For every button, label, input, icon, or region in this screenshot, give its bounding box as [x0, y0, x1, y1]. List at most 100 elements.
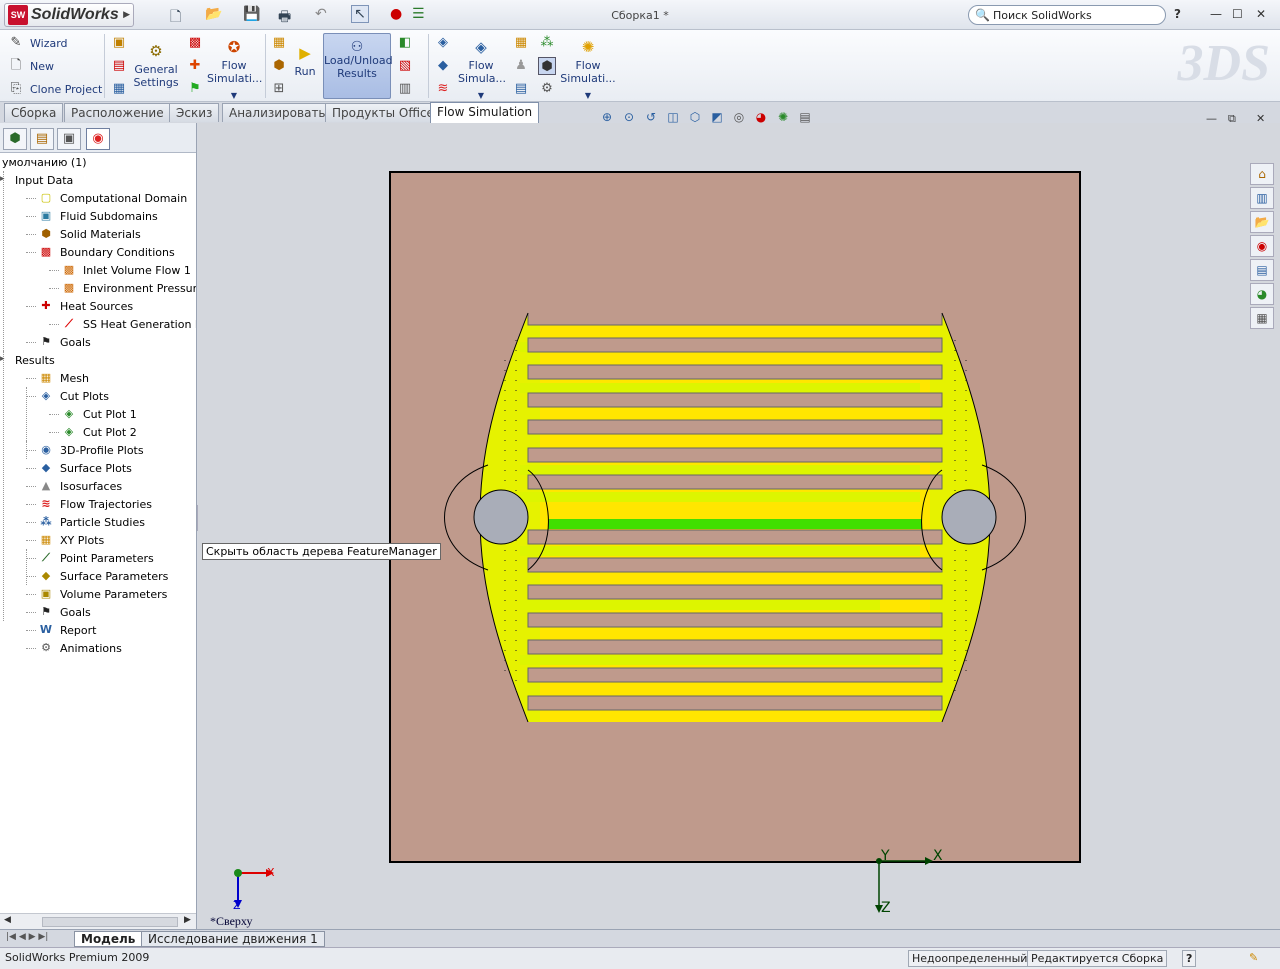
report-tool-icon[interactable]: ▤ [512, 80, 530, 98]
scroll-right-icon[interactable]: ▶ [184, 915, 191, 925]
tree-item[interactable]: W Report [38, 621, 97, 639]
solve-tool-icon[interactable]: ⬢ [270, 57, 288, 75]
view-orientation-icon[interactable]: ⬡ [686, 108, 704, 126]
help-button[interactable]: ? [1174, 7, 1181, 21]
wizard-button[interactable]: ✎ Wizard [8, 35, 68, 51]
close-button[interactable]: ✕ [1256, 7, 1266, 21]
xy-plot-tool-icon[interactable]: ▦ [512, 34, 530, 52]
flow-simulation-menu-3[interactable]: ✺ Flow Simulati... ▼ [560, 36, 616, 102]
tab-motion-study[interactable]: Исследование движения 1 [141, 931, 325, 947]
tree-horizontal-scrollbar[interactable]: ◀ ▶ [0, 913, 196, 929]
tree-item[interactable]: ▦ Mesh [38, 369, 89, 387]
load-unload-results-button[interactable]: ⚇ Load/Unload Results [323, 33, 393, 99]
tree-item[interactable]: ▣ Volume Parameters [38, 585, 168, 603]
heat-tool-icon[interactable]: ✚ [186, 57, 204, 75]
isosurface-tool-icon[interactable]: ◆ [434, 57, 452, 75]
tree-item[interactable]: ◆ Surface Parameters [38, 567, 169, 585]
tab-nav-arrows-icon[interactable]: |◀ ◀ ▶ ▶| [6, 932, 48, 942]
monitor-tool-icon[interactable]: ⊞ [270, 80, 288, 98]
viewport-restore-icon[interactable]: ⧉ [1228, 112, 1236, 126]
scene-icon[interactable]: ✺ [774, 108, 792, 126]
model-view[interactable] [198, 123, 1280, 929]
design-library-icon[interactable]: ▥ [1250, 187, 1274, 209]
flow-simulation-menu-1[interactable]: ✪ Flow Simulati... ▼ [207, 36, 262, 102]
animation-tool-icon[interactable]: ⚙ [538, 80, 556, 98]
tree-item[interactable]: ◉ 3D-Profile Plots [38, 441, 143, 459]
tree-item[interactable]: ⬢ Solid Materials [38, 225, 141, 243]
tab-flow-simulation[interactable]: Flow Simulation [430, 102, 540, 124]
clone-project-button[interactable]: ⎘ Clone Project [8, 81, 103, 97]
tree-item[interactable]: ⚑ Goals [38, 333, 91, 351]
feature-manager-tab-icon[interactable]: ⬢ [3, 128, 27, 150]
tab-sketch[interactable]: Эскиз [169, 103, 220, 122]
tab-evaluate[interactable]: Анализировать [222, 103, 333, 122]
tree-item[interactable]: ◈ Cut Plot 1 [61, 405, 137, 423]
flow-simulation-tab-icon[interactable]: ◉ [86, 128, 110, 150]
tree-item[interactable]: ▩ Boundary Conditions [38, 243, 175, 261]
tree-item[interactable]: ◈ Cut Plots [38, 387, 109, 405]
configuration-manager-tab-icon[interactable]: ▣ [57, 128, 81, 150]
solidworks-resources-icon[interactable]: ⌂ [1250, 163, 1274, 185]
results-tool-icon[interactable]: ▥ [396, 80, 414, 98]
table-tool-icon[interactable]: ▦ [110, 80, 128, 98]
viewport-minimize-icon[interactable]: — [1206, 112, 1217, 125]
goals-tool-icon[interactable]: ⚑ [186, 80, 204, 98]
tree-item[interactable]: ⟋ SS Heat Generation Rate 1 [61, 315, 196, 333]
tree-item[interactable]: ⚙ Animations [38, 639, 122, 657]
appearances-icon[interactable]: ◕ [1250, 283, 1274, 305]
tree-item[interactable]: ⟋ Point Parameters [38, 549, 154, 567]
goal-tool-icon[interactable]: ▤ [110, 57, 128, 75]
tree-item[interactable]: Results [15, 351, 55, 369]
bc-tool-icon[interactable]: ▩ [186, 34, 204, 52]
cut-plot-tool-icon[interactable]: ◧ [396, 34, 414, 52]
tree-item[interactable]: ▣ Fluid Subdomains [38, 207, 158, 225]
flow-simulation-menu-2[interactable]: ◈ Flow Simula... ▼ [458, 36, 506, 102]
zoom-to-fit-icon[interactable]: ⊕ [598, 108, 616, 126]
tab-assembly[interactable]: Сборка [4, 103, 64, 122]
tree-item[interactable]: ▲ Isosurfaces [38, 477, 122, 495]
view-settings-icon[interactable]: ▤ [796, 108, 814, 126]
surface-plot-tool-icon[interactable]: ▧ [396, 57, 414, 75]
scroll-left-icon[interactable]: ◀ [4, 915, 11, 925]
maximize-button[interactable]: ☐ [1232, 7, 1243, 21]
expand-icon[interactable]: ▸ [0, 354, 5, 364]
zoom-area-icon[interactable]: ⊙ [620, 108, 638, 126]
file-explorer-icon[interactable]: 📂 [1250, 211, 1274, 233]
section-view-icon[interactable]: ◫ [664, 108, 682, 126]
general-settings-button[interactable]: ⚙ General Settings [133, 40, 179, 89]
tree-item[interactable]: ▢ Computational Domain [38, 189, 187, 207]
particles-tool-icon[interactable]: ⁂ [538, 34, 556, 52]
tree-item[interactable]: ◈ Cut Plot 2 [61, 423, 137, 441]
search-input[interactable]: 🔍 Поиск SolidWorks [968, 5, 1166, 25]
viewport-close-icon[interactable]: ✕ [1256, 112, 1265, 125]
tree-item[interactable]: ▩ Environment Pressure 1 [61, 279, 196, 297]
tree-root[interactable]: умолчанию (1) [2, 153, 87, 171]
new-project-button[interactable]: 🗋 New [8, 58, 54, 74]
tab-model[interactable]: Модель [74, 931, 143, 947]
graphics-viewport[interactable]: X Z *Сверху Y X Z [198, 123, 1280, 929]
tab-office-products[interactable]: Продукты Office [325, 103, 441, 122]
display-tool-icon[interactable]: ⬢ [538, 57, 556, 75]
hide-show-items-icon[interactable]: ◎ [730, 108, 748, 126]
search-results-icon[interactable]: ◉ [1250, 235, 1274, 257]
domain-tool-icon[interactable]: ▣ [110, 34, 128, 52]
expand-icon[interactable]: ▸ [0, 174, 5, 184]
tree-item[interactable]: ▩ Inlet Volume Flow 1 [61, 261, 191, 279]
property-manager-tab-icon[interactable]: ▤ [30, 128, 54, 150]
tree-item[interactable]: ≋ Flow Trajectories [38, 495, 152, 513]
cut-plots-tool-icon[interactable]: ◈ [434, 34, 452, 52]
tree-item[interactable]: ✚ Heat Sources [38, 297, 133, 315]
minimize-button[interactable]: — [1210, 7, 1222, 21]
rebuild-pencil-icon[interactable]: ✎ [1246, 950, 1261, 967]
trajectories-tool-icon[interactable]: ≋ [434, 80, 452, 98]
view-palette-icon[interactable]: ▤ [1250, 259, 1274, 281]
previous-view-icon[interactable]: ↺ [642, 108, 660, 126]
tree-item[interactable]: ◆ Surface Plots [38, 459, 132, 477]
display-style-icon[interactable]: ◩ [708, 108, 726, 126]
scrollbar-thumb[interactable] [42, 917, 178, 927]
mesh-tool-icon[interactable]: ▦ [270, 34, 288, 52]
tree-item[interactable]: Input Data [15, 171, 73, 189]
custom-properties-icon[interactable]: ▦ [1250, 307, 1274, 329]
tab-layout[interactable]: Расположение [64, 103, 171, 122]
tree-item[interactable]: ⚑ Goals [38, 603, 91, 621]
